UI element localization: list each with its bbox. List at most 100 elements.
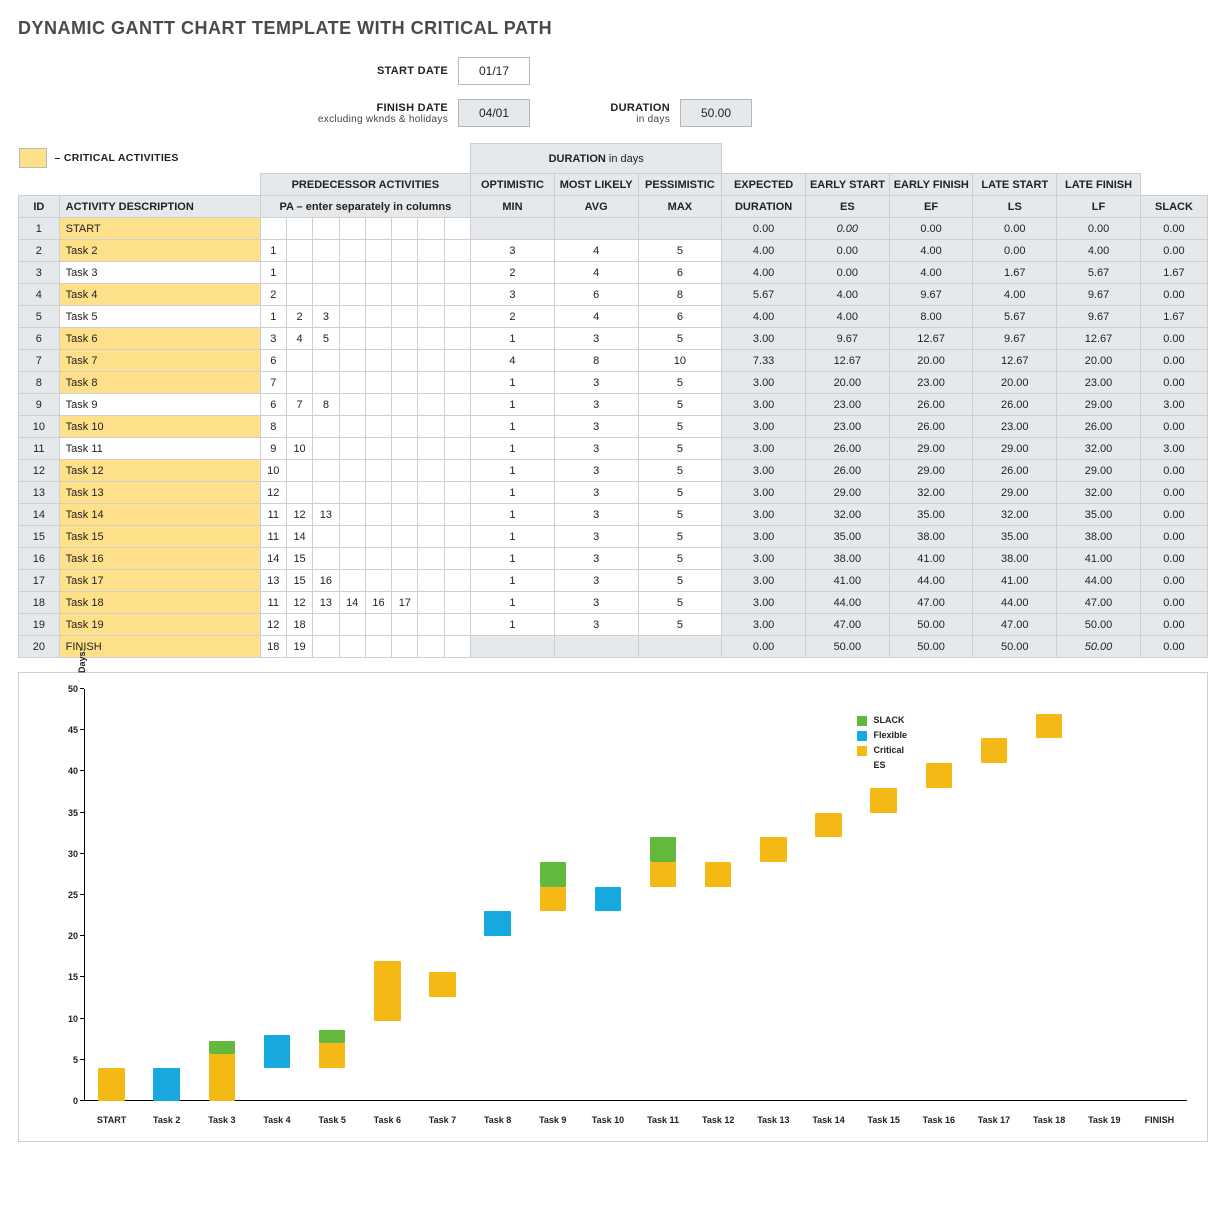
cell[interactable]: 29.00	[973, 438, 1057, 460]
cell[interactable]: 3.00	[722, 416, 806, 438]
cell[interactable]: 4.00	[889, 262, 973, 284]
cell[interactable]: 0.00	[1140, 614, 1207, 636]
cell[interactable]: 19	[286, 636, 312, 658]
cell[interactable]: 5	[638, 394, 722, 416]
cell[interactable]	[286, 350, 312, 372]
cell[interactable]	[313, 262, 339, 284]
cell[interactable]	[444, 284, 470, 306]
cell[interactable]	[286, 460, 312, 482]
cell[interactable]: Task 11	[59, 438, 260, 460]
cell[interactable]: Task 7	[59, 350, 260, 372]
cell[interactable]	[286, 240, 312, 262]
cell[interactable]	[444, 526, 470, 548]
cell[interactable]: 50.00	[973, 636, 1057, 658]
cell[interactable]: 20.00	[1057, 350, 1141, 372]
cell[interactable]: 0.00	[1140, 240, 1207, 262]
cell[interactable]: 8.00	[889, 306, 973, 328]
cell[interactable]: Task 12	[59, 460, 260, 482]
cell[interactable]: 11	[260, 592, 286, 614]
cell[interactable]: 3.00	[722, 504, 806, 526]
cell[interactable]	[365, 482, 391, 504]
cell[interactable]	[392, 438, 418, 460]
cell[interactable]: 2	[260, 284, 286, 306]
cell[interactable]: 0.00	[889, 218, 973, 240]
cell[interactable]: 3	[554, 614, 638, 636]
cell[interactable]: 5	[638, 482, 722, 504]
cell[interactable]: 3.00	[1140, 438, 1207, 460]
cell[interactable]: 6	[638, 262, 722, 284]
cell[interactable]: 0.00	[1140, 328, 1207, 350]
cell[interactable]	[365, 636, 391, 658]
cell[interactable]	[339, 372, 365, 394]
cell[interactable]: 32.00	[973, 504, 1057, 526]
cell[interactable]: 3.00	[722, 614, 806, 636]
cell[interactable]	[444, 592, 470, 614]
cell[interactable]: 0.00	[1140, 350, 1207, 372]
cell[interactable]: 20.00	[973, 372, 1057, 394]
cell[interactable]: 3	[554, 328, 638, 350]
cell[interactable]: 3	[554, 570, 638, 592]
cell[interactable]: 3	[554, 592, 638, 614]
cell[interactable]: 0.00	[722, 636, 806, 658]
cell[interactable]	[339, 262, 365, 284]
cell[interactable]	[286, 482, 312, 504]
cell[interactable]	[418, 526, 444, 548]
cell[interactable]: 1	[19, 218, 60, 240]
cell[interactable]	[418, 350, 444, 372]
cell[interactable]: Task 13	[59, 482, 260, 504]
cell[interactable]: 1	[471, 416, 555, 438]
cell[interactable]	[365, 570, 391, 592]
cell[interactable]	[365, 350, 391, 372]
cell[interactable]: 13	[260, 570, 286, 592]
cell[interactable]	[392, 504, 418, 526]
cell[interactable]: 16	[313, 570, 339, 592]
cell[interactable]: 3.00	[722, 592, 806, 614]
cell[interactable]: 32.00	[1057, 438, 1141, 460]
cell[interactable]	[418, 592, 444, 614]
cell[interactable]	[392, 284, 418, 306]
cell[interactable]: 0.00	[805, 262, 889, 284]
cell[interactable]: 10	[638, 350, 722, 372]
cell[interactable]: 38.00	[1057, 526, 1141, 548]
cell[interactable]: 50.00	[889, 636, 973, 658]
cell[interactable]: 6	[638, 306, 722, 328]
cell[interactable]	[554, 218, 638, 240]
cell[interactable]: 13	[313, 504, 339, 526]
cell[interactable]: 5	[638, 438, 722, 460]
cell[interactable]	[313, 372, 339, 394]
cell[interactable]: 41.00	[889, 548, 973, 570]
cell[interactable]	[418, 636, 444, 658]
cell[interactable]	[365, 262, 391, 284]
cell[interactable]	[339, 504, 365, 526]
cell[interactable]	[392, 350, 418, 372]
cell[interactable]: 5.67	[722, 284, 806, 306]
cell[interactable]: 15	[19, 526, 60, 548]
cell[interactable]: 29.00	[973, 482, 1057, 504]
cell[interactable]	[339, 328, 365, 350]
cell[interactable]: 26.00	[973, 394, 1057, 416]
cell[interactable]: 9.67	[1057, 306, 1141, 328]
cell[interactable]	[392, 460, 418, 482]
cell[interactable]: 2	[286, 306, 312, 328]
cell[interactable]	[418, 284, 444, 306]
cell[interactable]	[444, 394, 470, 416]
cell[interactable]: 4.00	[889, 240, 973, 262]
cell[interactable]	[444, 548, 470, 570]
cell[interactable]: 0.00	[1140, 460, 1207, 482]
cell[interactable]	[418, 548, 444, 570]
cell[interactable]: 6	[19, 328, 60, 350]
cell[interactable]: START	[59, 218, 260, 240]
cell[interactable]: 3.00	[722, 526, 806, 548]
cell[interactable]: 32.00	[889, 482, 973, 504]
cell[interactable]	[365, 394, 391, 416]
cell[interactable]: 5	[638, 504, 722, 526]
cell[interactable]: 0.00	[1140, 548, 1207, 570]
cell[interactable]: 18	[260, 636, 286, 658]
cell[interactable]: 12	[286, 592, 312, 614]
cell[interactable]: 5	[313, 328, 339, 350]
cell[interactable]	[638, 218, 722, 240]
cell[interactable]: 4.00	[1057, 240, 1141, 262]
cell[interactable]: 3.00	[722, 394, 806, 416]
cell[interactable]	[365, 328, 391, 350]
cell[interactable]	[444, 482, 470, 504]
